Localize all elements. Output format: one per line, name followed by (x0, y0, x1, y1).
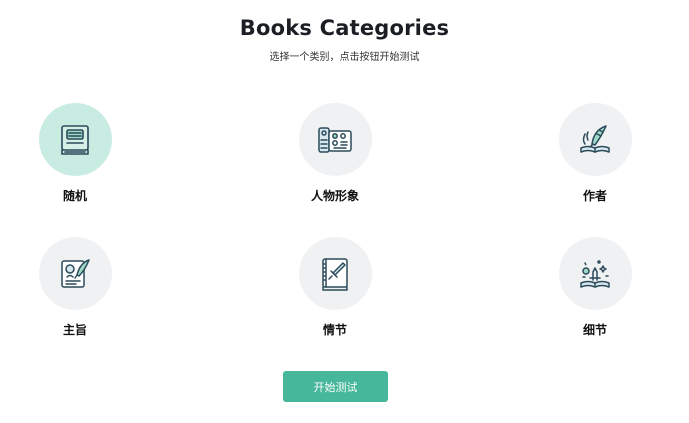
book-icon (61, 124, 89, 155)
category-label: 作者 (582, 189, 607, 203)
category-author[interactable]: 作者 (535, 103, 655, 204)
sword-book-icon (322, 257, 348, 291)
quill-book-icon (580, 124, 610, 153)
control-panel-icon (318, 126, 352, 153)
category-label: 细节 (582, 323, 607, 337)
category-circle (298, 237, 372, 310)
category-plot[interactable]: 情节 (275, 237, 395, 338)
category-label: 人物形象 (310, 189, 359, 203)
category-label: 主旨 (62, 323, 87, 337)
category-theme[interactable]: 主旨 (15, 237, 135, 338)
category-circle (298, 103, 372, 176)
category-circle (558, 103, 632, 176)
magic-book-icon (580, 259, 610, 288)
category-detail[interactable]: 细节 (535, 237, 655, 338)
category-circle (558, 237, 632, 310)
page-title: Books Categories (239, 16, 450, 40)
category-random[interactable]: 随机 (15, 103, 135, 204)
category-label: 情节 (322, 323, 347, 337)
category-label: 随机 (62, 189, 87, 203)
category-circle (38, 237, 112, 310)
category-circle (38, 103, 112, 176)
category-character[interactable]: 人物形象 (275, 103, 395, 204)
portrait-quill-icon (61, 258, 90, 288)
page-subtitle: 选择一个类别，点击按钮开始测试 (269, 52, 420, 63)
start-test-button[interactable]: 开始测试 (283, 371, 388, 402)
